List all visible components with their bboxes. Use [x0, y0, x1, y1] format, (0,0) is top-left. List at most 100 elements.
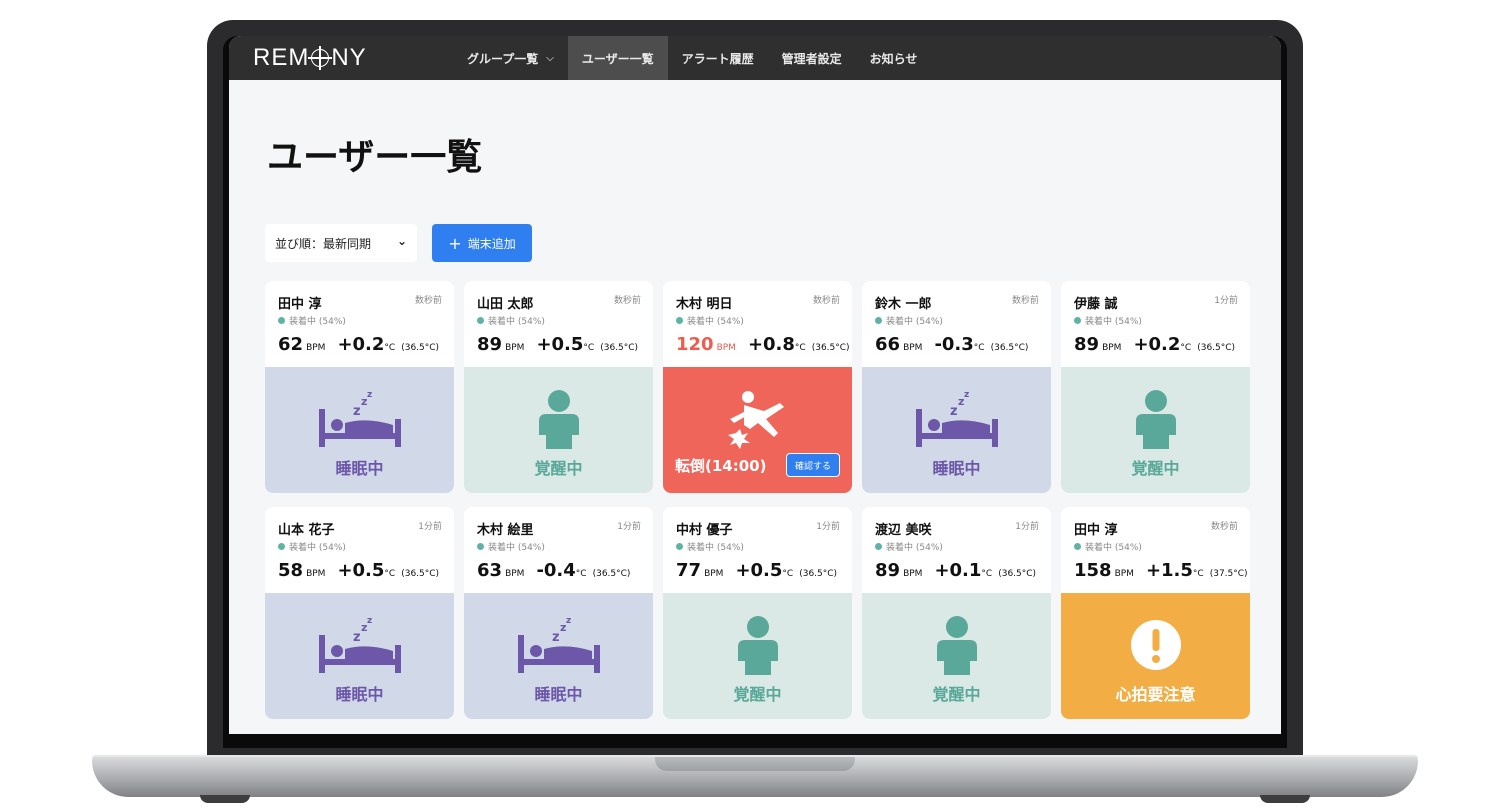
sleeping-in-bed-icon: z z z: [912, 389, 1002, 449]
status-panel-fall: 転倒(14:00) 確認する: [663, 367, 852, 493]
wear-text: 装着中 (54%): [289, 543, 346, 553]
status-panel-awake: 覚醒中: [862, 593, 1051, 719]
vitals: 77 BPM +0.5 °C (36.5°C): [676, 560, 837, 581]
standing-person-icon: [1131, 389, 1181, 449]
temp-delta-value: +0.2: [337, 334, 385, 355]
vitals: 89 BPM +0.5 °C (36.5°C): [477, 334, 638, 355]
svg-text:z: z: [367, 616, 372, 626]
user-card[interactable]: 木村 明日 数秒前 装着中 (54%) 120 BPM +0.8 °C (36.5°C) 転倒…: [663, 281, 852, 493]
sort-select[interactable]: 並び順：最新同期 ⌄: [265, 224, 417, 262]
temp-delta-value: +0.8: [747, 334, 795, 355]
wear-text: 装着中 (54%): [488, 317, 545, 327]
heart-rate-unit: BPM: [505, 569, 525, 579]
heart-rate-unit: BPM: [903, 569, 923, 579]
wear-dot-icon: [477, 317, 484, 324]
status-panel-awake: 覚醒中: [464, 367, 653, 493]
user-card[interactable]: 田中 淳 数秒前 装着中 (54%) 158 BPM +1.5 °C (37.5°C) 心拍要…: [1061, 507, 1250, 719]
user-name: 田中 淳: [1074, 523, 1118, 538]
user-name: 渡辺 美咲: [875, 523, 932, 538]
user-card[interactable]: 山田 太郎 数秒前 装着中 (54%) 89 BPM +0.5 °C (36.5°C) 覚醒中: [464, 281, 653, 493]
status-label: 覚醒中: [534, 459, 583, 478]
heart-rate-value: 63: [477, 560, 503, 581]
sync-time: 1分前: [816, 522, 840, 532]
temp-baseline: (37.5°C): [1209, 569, 1248, 579]
status-label: 覚醒中: [1131, 459, 1180, 478]
svg-text:z: z: [552, 630, 560, 645]
wear-text: 装着中 (54%): [886, 317, 943, 327]
wear-dot-icon: [875, 317, 882, 324]
user-card[interactable]: 中村 優子 1分前 装着中 (54%) 77 BPM +0.5 °C (36.5°C) 覚醒中: [663, 507, 852, 719]
standing-person-icon: [534, 389, 584, 449]
heart-rate-value: 89: [1074, 334, 1100, 355]
vitals: 58 BPM +0.5 °C (36.5°C): [278, 560, 439, 581]
status-label: 覚醒中: [733, 685, 782, 704]
user-card[interactable]: 木村 絵里 1分前 装着中 (54%) 63 BPM -0.4 °C (36.5°C) z z…: [464, 507, 653, 719]
user-card[interactable]: 山本 花子 1分前 装着中 (54%) 58 BPM +0.5 °C (36.5°C) z z…: [265, 507, 454, 719]
status-label: 睡眠中: [534, 685, 583, 704]
remony-logo[interactable]: REM NY: [253, 44, 453, 72]
user-name: 伊藤 誠: [1074, 297, 1118, 312]
user-name: 木村 明日: [676, 297, 733, 312]
wear-status: 装着中 (54%): [875, 540, 943, 553]
nav-notifications[interactable]: お知らせ: [856, 36, 932, 80]
vitals: 63 BPM -0.4 °C (36.5°C): [477, 560, 630, 581]
falling-person-icon: [720, 389, 796, 449]
svg-text:z: z: [950, 404, 958, 419]
wear-text: 装着中 (54%): [687, 543, 744, 553]
page-title: ユーザー一覧: [267, 137, 483, 178]
heart-rate-unit: BPM: [716, 343, 736, 353]
wear-status: 装着中 (54%): [278, 314, 346, 327]
wear-dot-icon: [1074, 317, 1081, 324]
wear-status: 装着中 (54%): [875, 314, 943, 327]
status-panel-heart: 心拍要注意: [1061, 593, 1250, 719]
wear-text: 装着中 (54%): [687, 317, 744, 327]
wear-status: 装着中 (54%): [676, 314, 744, 327]
add-device-button[interactable]: + 端末追加: [432, 224, 532, 262]
user-card[interactable]: 田中 淳 数秒前 装着中 (54%) 62 BPM +0.2 °C (36.5°C) z z …: [265, 281, 454, 493]
nav-user-list[interactable]: ユーザー一覧: [567, 36, 668, 80]
wear-status: 装着中 (54%): [477, 314, 545, 327]
heart-rate-value: 120: [676, 334, 714, 355]
sync-time: 1分前: [418, 522, 442, 532]
laptop-foot: [1260, 795, 1310, 803]
wear-status: 装着中 (54%): [1074, 314, 1142, 327]
heart-rate-value: 77: [676, 560, 702, 581]
laptop-lid: REM NY グループ一覧 ⌵ ユーザー一覧 アラート履歴 管理者設定 お知らせ: [207, 20, 1303, 762]
user-name: 鈴木 一郎: [875, 297, 932, 312]
temp-baseline: (36.5°C): [401, 343, 440, 353]
temp-unit: °C: [583, 343, 595, 353]
svg-text:z: z: [566, 616, 571, 626]
sync-time: 数秒前: [613, 296, 641, 306]
svg-text:z: z: [353, 404, 361, 419]
confirm-button[interactable]: 確認する: [786, 453, 840, 477]
wear-text: 装着中 (54%): [1085, 317, 1142, 327]
plus-icon: +: [448, 233, 462, 253]
wear-text: 装着中 (54%): [488, 543, 545, 553]
temp-baseline: (36.5°C): [1197, 343, 1236, 353]
status-panel-sleep: z z z 睡眠中: [464, 593, 653, 719]
temp-unit: °C: [1180, 343, 1192, 353]
sleeping-in-bed-icon: z z z: [315, 615, 405, 675]
heart-rate-unit: BPM: [704, 569, 724, 579]
nav-admin-settings[interactable]: 管理者設定: [768, 36, 856, 80]
user-card[interactable]: 鈴木 一郎 数秒前 装着中 (54%) 66 BPM -0.3 °C (36.5°C) z z…: [862, 281, 1051, 493]
heart-rate-value: 62: [278, 334, 304, 355]
laptop-foot: [200, 795, 250, 803]
temp-delta-value: -0.4: [536, 560, 576, 581]
vitals: 89 BPM +0.1 °C (36.5°C): [875, 560, 1036, 581]
status-panel-awake: 覚醒中: [1061, 367, 1250, 493]
temp-baseline: (36.5°C): [799, 569, 838, 579]
sync-time: 数秒前: [812, 296, 840, 306]
heart-rate-value: 58: [278, 560, 304, 581]
vitals: 120 BPM +0.8 °C (36.5°C): [676, 334, 850, 355]
standing-person-icon: [932, 615, 982, 675]
heart-rate-value: 89: [477, 334, 503, 355]
top-nav: REM NY グループ一覧 ⌵ ユーザー一覧 アラート履歴 管理者設定 お知らせ: [229, 36, 1281, 80]
temp-baseline: (36.5°C): [600, 343, 639, 353]
temp-unit: °C: [1192, 569, 1204, 579]
user-card[interactable]: 渡辺 美咲 1分前 装着中 (54%) 89 BPM +0.1 °C (36.5°C) 覚醒中: [862, 507, 1051, 719]
nav-alert-history[interactable]: アラート履歴: [668, 36, 768, 80]
temp-delta-value: +1.5: [1145, 560, 1193, 581]
nav-group-list[interactable]: グループ一覧 ⌵: [453, 36, 568, 80]
user-card[interactable]: 伊藤 誠 1分前 装着中 (54%) 89 BPM +0.2 °C (36.5°C) 覚醒中: [1061, 281, 1250, 493]
